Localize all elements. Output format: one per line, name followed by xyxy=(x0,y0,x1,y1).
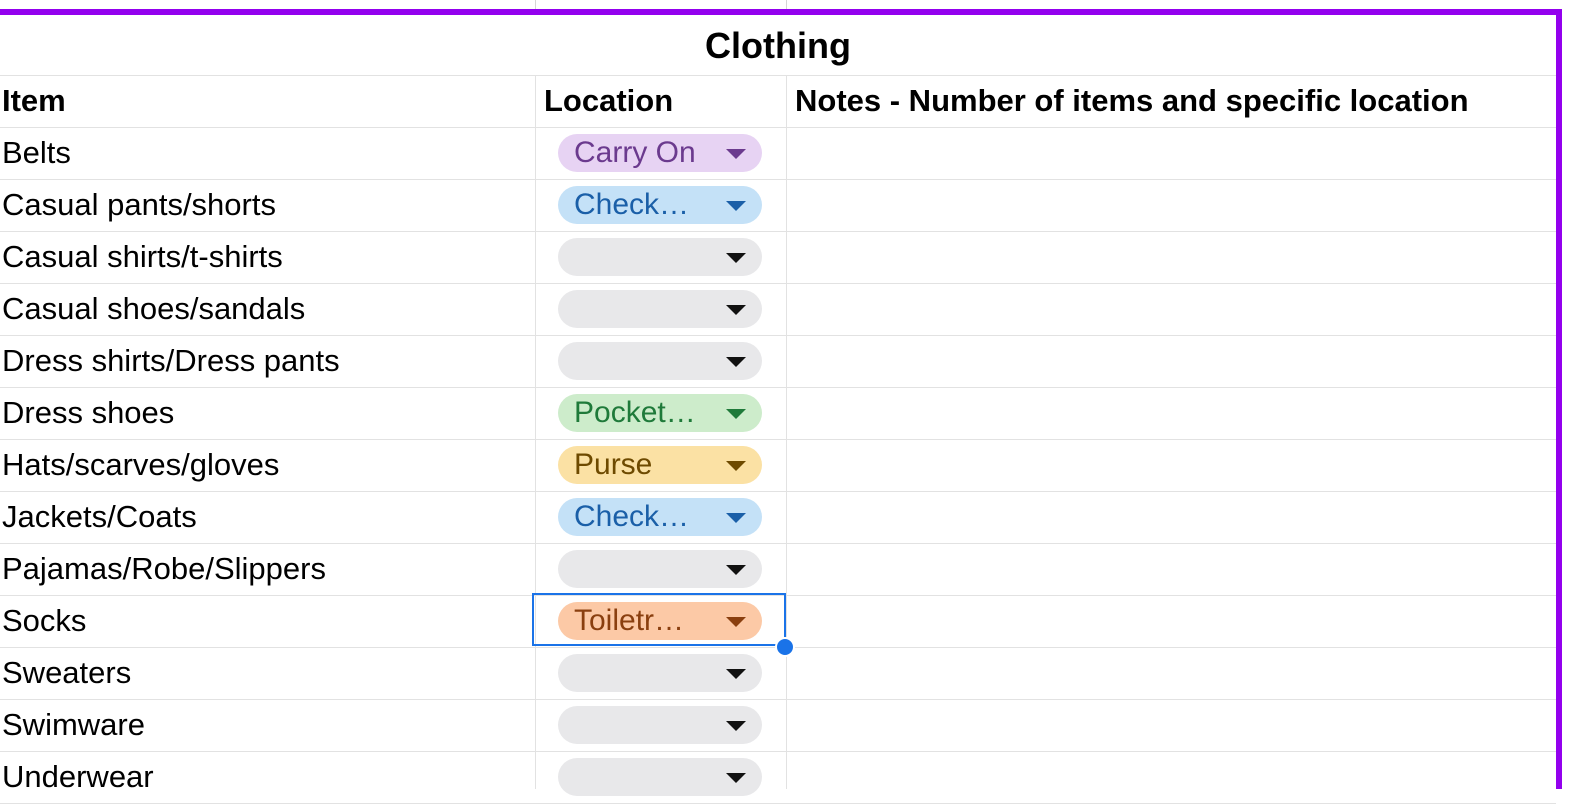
table-row: Dress shirts/Dress pants xyxy=(0,335,1556,388)
location-value: Carry On xyxy=(574,136,696,169)
dropdown-arrow-icon[interactable] xyxy=(726,253,746,263)
item-cell[interactable]: Casual pants/shorts xyxy=(2,179,276,231)
notes-cell[interactable] xyxy=(787,127,1556,179)
item-cell[interactable]: Pajamas/Robe/Slippers xyxy=(2,543,326,595)
table-row: Casual shirts/t-shirts xyxy=(0,231,1556,284)
item-cell[interactable]: Casual shirts/t-shirts xyxy=(2,231,283,283)
item-cell[interactable]: Underwear xyxy=(2,751,154,803)
location-dropdown-chip[interactable]: Toiletr… xyxy=(558,602,762,640)
notes-cell[interactable] xyxy=(787,179,1556,231)
table-row: Hats/scarves/gloves Purse xyxy=(0,439,1556,492)
notes-cell[interactable] xyxy=(787,387,1556,439)
fill-handle[interactable] xyxy=(775,637,795,657)
location-dropdown-chip[interactable]: Check… xyxy=(558,498,762,536)
table-row: Dress shoes Pocket… xyxy=(0,387,1556,440)
item-cell[interactable]: Sweaters xyxy=(2,647,131,699)
location-dropdown-chip[interactable]: Pocket… xyxy=(558,394,762,432)
item-cell[interactable]: Socks xyxy=(2,595,86,647)
spreadsheet-grid: Clothing Item Location Notes - Number of… xyxy=(0,0,1588,804)
table-row: Swimware xyxy=(0,699,1556,752)
item-cell[interactable]: Dress shirts/Dress pants xyxy=(2,335,340,387)
location-dropdown-chip[interactable]: Carry On xyxy=(558,134,762,172)
notes-cell[interactable] xyxy=(787,595,1556,647)
table-row: Casual pants/shorts Check… xyxy=(0,179,1556,232)
table-row: Pajamas/Robe/Slippers xyxy=(0,543,1556,596)
dropdown-arrow-icon[interactable] xyxy=(726,149,746,159)
location-dropdown-chip[interactable] xyxy=(558,290,762,328)
location-value: Purse xyxy=(574,448,653,481)
location-value: Check… xyxy=(574,500,690,533)
dropdown-arrow-icon[interactable] xyxy=(726,617,746,627)
notes-cell[interactable] xyxy=(787,751,1556,803)
location-dropdown-chip[interactable] xyxy=(558,238,762,276)
location-dropdown-chip[interactable]: Check… xyxy=(558,186,762,224)
table-title: Clothing xyxy=(705,25,851,66)
header-item[interactable]: Item xyxy=(2,75,66,127)
notes-cell[interactable] xyxy=(787,231,1556,283)
dropdown-arrow-icon[interactable] xyxy=(726,513,746,523)
item-cell[interactable]: Swimware xyxy=(2,699,145,751)
header-location[interactable]: Location xyxy=(544,75,673,127)
location-dropdown-chip[interactable] xyxy=(558,758,762,796)
dropdown-arrow-icon[interactable] xyxy=(726,669,746,679)
column-gutter xyxy=(786,0,787,9)
range-border-right xyxy=(1556,9,1562,789)
location-dropdown-chip[interactable] xyxy=(558,706,762,744)
item-cell[interactable]: Belts xyxy=(2,127,71,179)
notes-cell[interactable] xyxy=(787,491,1556,543)
notes-cell[interactable] xyxy=(787,543,1556,595)
item-cell[interactable]: Hats/scarves/gloves xyxy=(2,439,279,491)
notes-cell[interactable] xyxy=(787,699,1556,751)
column-gutter xyxy=(535,0,536,9)
range-border-top xyxy=(0,9,1562,15)
location-dropdown-chip[interactable] xyxy=(558,654,762,692)
notes-cell[interactable] xyxy=(787,283,1556,335)
table-row: Jackets/Coats Check… xyxy=(0,491,1556,544)
location-dropdown-chip[interactable] xyxy=(558,550,762,588)
location-value: Check… xyxy=(574,188,690,221)
notes-cell[interactable] xyxy=(787,439,1556,491)
dropdown-arrow-icon[interactable] xyxy=(726,305,746,315)
table-row: Underwear xyxy=(0,751,1556,804)
dropdown-arrow-icon[interactable] xyxy=(726,201,746,211)
item-cell[interactable]: Jackets/Coats xyxy=(2,491,197,543)
dropdown-arrow-icon[interactable] xyxy=(726,773,746,783)
notes-cell[interactable] xyxy=(787,335,1556,387)
dropdown-arrow-icon[interactable] xyxy=(726,409,746,419)
location-dropdown-chip[interactable]: Purse xyxy=(558,446,762,484)
location-dropdown-chip[interactable] xyxy=(558,342,762,380)
table-row: Belts Carry On xyxy=(0,127,1556,180)
dropdown-arrow-icon[interactable] xyxy=(726,357,746,367)
header-notes[interactable]: Notes - Number of items and specific loc… xyxy=(795,75,1469,127)
location-value: Toiletr… xyxy=(574,604,685,637)
dropdown-arrow-icon[interactable] xyxy=(726,565,746,575)
table-row: Casual shoes/sandals xyxy=(0,283,1556,336)
notes-cell[interactable] xyxy=(787,647,1556,699)
dropdown-arrow-icon[interactable] xyxy=(726,461,746,471)
dropdown-arrow-icon[interactable] xyxy=(726,721,746,731)
item-cell[interactable]: Casual shoes/sandals xyxy=(2,283,305,335)
item-cell[interactable]: Dress shoes xyxy=(2,387,174,439)
header-row: Item Location Notes - Number of items an… xyxy=(0,75,1556,128)
location-value: Pocket… xyxy=(574,396,696,429)
